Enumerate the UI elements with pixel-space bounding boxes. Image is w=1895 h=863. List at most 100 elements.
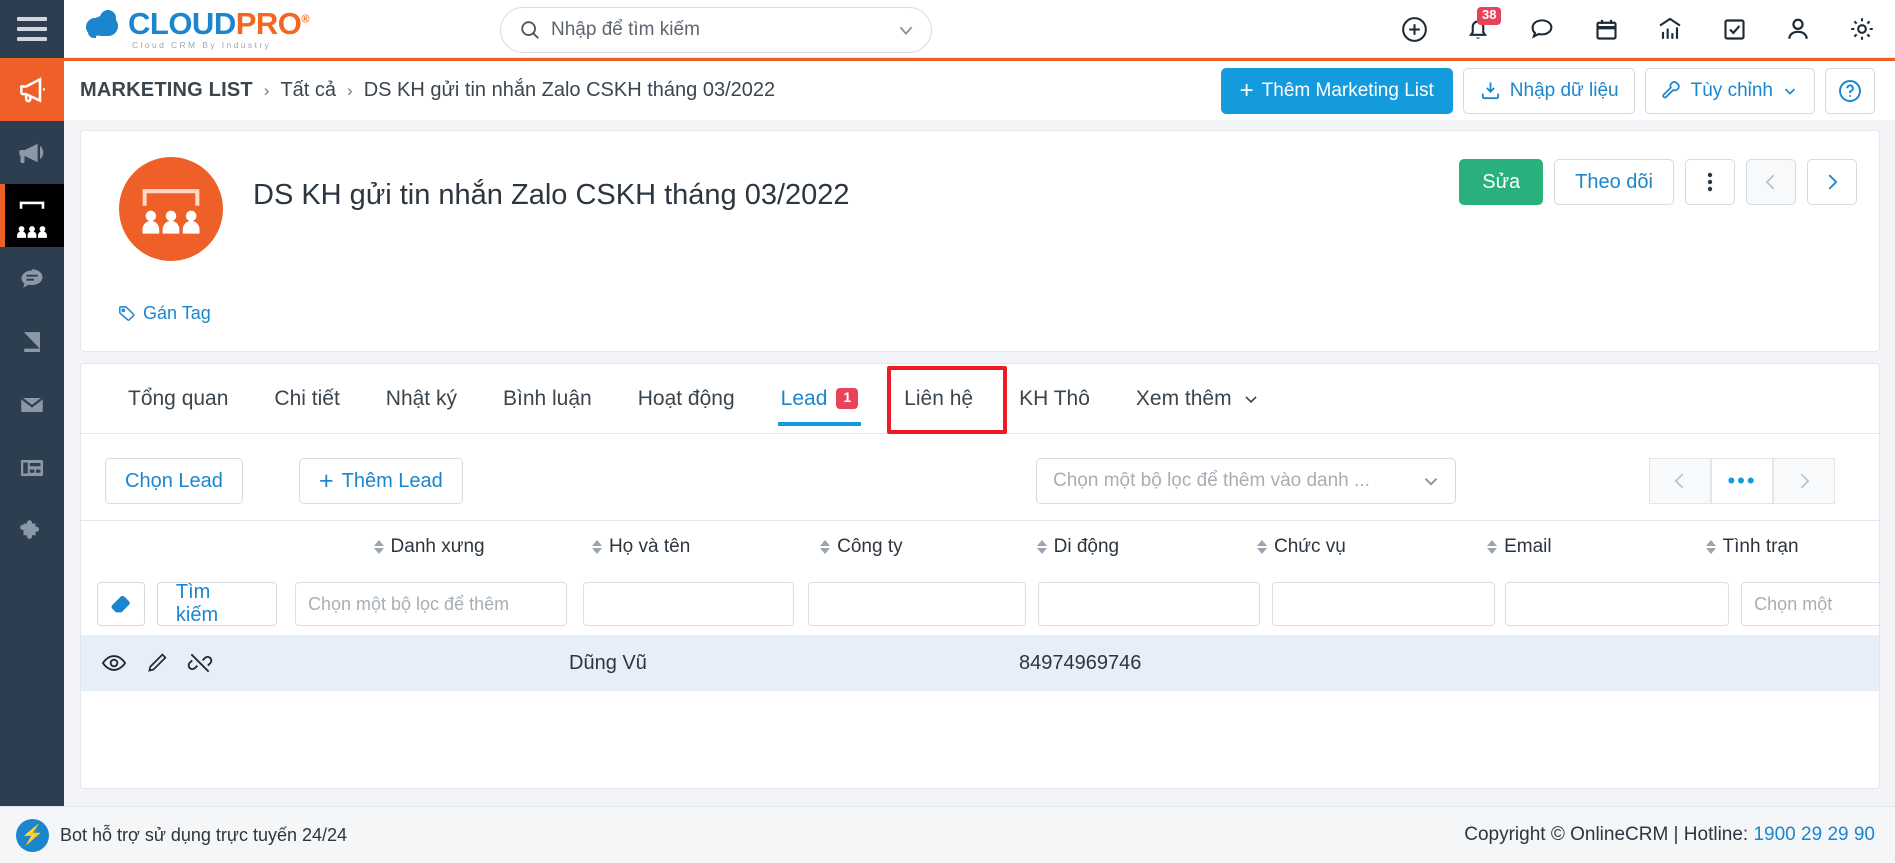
breadcrumb-all[interactable]: Tất cả bbox=[280, 79, 336, 102]
sidebar-item-card[interactable] bbox=[0, 436, 64, 499]
task-check-icon[interactable] bbox=[1719, 14, 1749, 44]
chart-icon[interactable] bbox=[1655, 14, 1685, 44]
chat-icon bbox=[17, 264, 47, 294]
tab-lien-he[interactable]: Liên hệ bbox=[881, 364, 996, 434]
audience-group-icon bbox=[140, 185, 202, 234]
tab-bar: Tổng quan Chi tiết Nhật ký Bình luận Hoạ… bbox=[81, 364, 1879, 434]
col-email[interactable]: Email bbox=[1487, 536, 1705, 558]
next-record-button[interactable] bbox=[1807, 159, 1857, 205]
cell-di-dong: 84974969746 bbox=[1019, 651, 1142, 674]
sidebar-item-book[interactable] bbox=[0, 310, 64, 373]
menu-toggle-button[interactable] bbox=[0, 0, 64, 58]
tab-label: Nhật ký bbox=[385, 386, 457, 410]
unlink-icon[interactable] bbox=[187, 650, 213, 676]
col-cong-ty[interactable]: Công ty bbox=[820, 536, 1036, 558]
filter-input-danh-xung[interactable]: Chọn một bộ lọc để thêm bbox=[294, 582, 567, 626]
more-options-button[interactable] bbox=[1685, 159, 1735, 205]
chevron-down-icon bbox=[1241, 389, 1261, 409]
filter-input-ho-va-ten[interactable] bbox=[582, 582, 795, 626]
choose-lead-button[interactable]: Chọn Lead bbox=[105, 458, 243, 504]
filter-input-cong-ty[interactable] bbox=[808, 582, 1027, 626]
gear-icon[interactable] bbox=[1847, 14, 1877, 44]
edit-button[interactable]: Sửa bbox=[1459, 159, 1544, 205]
tab-xem-them[interactable]: Xem thêm bbox=[1113, 364, 1284, 434]
add-marketing-list-label: Thêm Marketing List bbox=[1261, 79, 1434, 101]
tab-lead[interactable]: Lead 1 bbox=[758, 364, 882, 434]
help-button[interactable] bbox=[1825, 67, 1875, 114]
add-circle-icon[interactable] bbox=[1399, 14, 1429, 44]
tab-chi-tiet[interactable]: Chi tiết bbox=[251, 364, 362, 434]
breadcrumb-bar: MARKETING LIST › Tất cả › DS KH gửi tin … bbox=[64, 58, 1895, 120]
chevron-left-icon bbox=[1760, 171, 1782, 193]
clear-filters-button[interactable] bbox=[96, 582, 145, 626]
calendar-icon[interactable] bbox=[1591, 14, 1621, 44]
table-row[interactable]: Dũng Vũ 84974969746 bbox=[81, 635, 1879, 691]
import-data-button[interactable]: Nhập dữ liệu bbox=[1462, 67, 1635, 114]
megaphone-icon bbox=[16, 74, 48, 106]
filter-input-email[interactable] bbox=[1505, 582, 1730, 626]
sidebar-item-marketing-list[interactable] bbox=[0, 184, 64, 247]
sidebar-item-campaign[interactable] bbox=[0, 58, 64, 121]
tab-hoat-dong[interactable]: Hoạt động bbox=[615, 364, 758, 434]
breadcrumb-root[interactable]: MARKETING LIST bbox=[80, 79, 253, 102]
search-filter-button[interactable]: Tìm kiếm bbox=[156, 581, 278, 626]
pagination-more-button[interactable]: ••• bbox=[1711, 458, 1773, 504]
card-list-icon bbox=[17, 453, 47, 483]
search-input[interactable] bbox=[551, 19, 895, 41]
sidebar-item-mail[interactable] bbox=[0, 373, 64, 436]
app-logo[interactable]: CLOUDPRO® Cloud CRM By Industry bbox=[86, 8, 309, 50]
add-lead-button[interactable]: + Thêm Lead bbox=[299, 458, 463, 504]
sort-icon bbox=[1705, 540, 1716, 554]
col-di-dong[interactable]: Di động bbox=[1036, 536, 1257, 558]
tab-tong-quan[interactable]: Tổng quan bbox=[105, 364, 251, 434]
filter-select[interactable]: Chọn một bộ lọc để thêm vào danh ... bbox=[1036, 458, 1456, 504]
record-actions: Sửa Theo dõi bbox=[1459, 159, 1857, 205]
record-header-card: DS KH gửi tin nhắn Zalo CSKH tháng 03/20… bbox=[80, 130, 1880, 352]
pagination-prev-button[interactable] bbox=[1649, 458, 1711, 504]
import-icon bbox=[1479, 79, 1502, 102]
tab-binh-luan[interactable]: Bình luận bbox=[480, 364, 615, 434]
chat-bubble-icon[interactable] bbox=[1527, 14, 1557, 44]
megaphone-filled-icon bbox=[17, 138, 47, 168]
view-eye-icon[interactable] bbox=[101, 650, 127, 676]
add-marketing-list-button[interactable]: + Thêm Marketing List bbox=[1220, 67, 1453, 114]
cloud-logo-icon bbox=[86, 8, 126, 38]
mail-icon bbox=[17, 390, 47, 420]
hotline-number[interactable]: 1900 29 29 90 bbox=[1753, 824, 1875, 845]
tag-icon bbox=[117, 304, 136, 323]
support-bot-label: Bot hỗ trợ sử dụng trực tuyến 24/24 bbox=[60, 824, 348, 845]
breadcrumb-separator: › bbox=[263, 80, 270, 100]
prev-record-button[interactable] bbox=[1746, 159, 1796, 205]
sidebar-item-marketing[interactable] bbox=[0, 121, 64, 184]
assign-tag-label: Gán Tag bbox=[143, 303, 211, 323]
tab-label: Hoạt động bbox=[637, 386, 735, 410]
sidebar-item-chat[interactable] bbox=[0, 247, 64, 310]
tab-kh-tho[interactable]: KH Thô bbox=[996, 364, 1113, 434]
support-bot[interactable]: ⚡ Bot hỗ trợ sử dụng trực tuyến 24/24 bbox=[16, 818, 348, 852]
global-search[interactable] bbox=[500, 7, 932, 53]
col-chuc-vu[interactable]: Chức vụ bbox=[1256, 536, 1487, 558]
col-tinh-trang[interactable]: Tình trạn bbox=[1705, 536, 1879, 558]
filter-input-chuc-vu[interactable] bbox=[1271, 582, 1496, 626]
page-body: DS KH gửi tin nhắn Zalo CSKH tháng 03/20… bbox=[64, 120, 1895, 806]
assign-tag-link[interactable]: Gán Tag bbox=[117, 303, 211, 324]
filter-input-tinh-trang[interactable]: Chọn một bbox=[1741, 582, 1879, 626]
pagination-next-button[interactable] bbox=[1773, 458, 1835, 504]
edit-pencil-icon[interactable] bbox=[145, 651, 169, 675]
follow-button[interactable]: Theo dõi bbox=[1554, 159, 1674, 205]
col-danh-xung[interactable]: Danh xưng bbox=[373, 536, 592, 558]
tab-nhat-ky[interactable]: Nhật ký bbox=[363, 364, 480, 434]
chevron-right-icon bbox=[1821, 171, 1843, 193]
filter-input-di-dong[interactable] bbox=[1038, 582, 1260, 626]
breadcrumb-separator-2: › bbox=[347, 80, 353, 100]
eraser-icon bbox=[109, 592, 133, 616]
customize-button[interactable]: Tùy chỉnh bbox=[1644, 67, 1815, 114]
col-ho-va-ten[interactable]: Họ và tên bbox=[591, 536, 820, 558]
sidebar-item-plugin[interactable] bbox=[0, 499, 64, 562]
sort-icon bbox=[1036, 540, 1047, 554]
group-audience-icon bbox=[15, 193, 49, 238]
copyright: Copyright © OnlineCRM | Hotline: 1900 29… bbox=[1464, 824, 1875, 846]
bell-icon[interactable]: 38 bbox=[1463, 7, 1502, 44]
chevron-down-icon[interactable] bbox=[895, 19, 917, 41]
user-icon[interactable] bbox=[1783, 14, 1813, 44]
